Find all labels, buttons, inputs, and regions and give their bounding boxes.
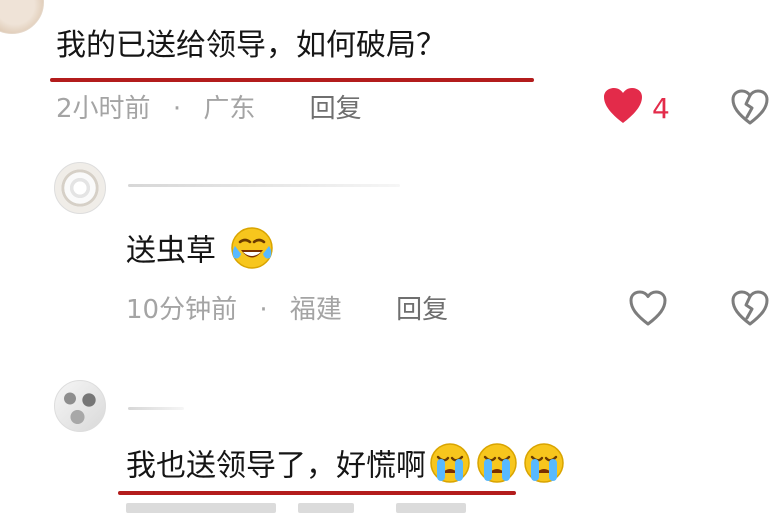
broken-heart-icon (731, 290, 769, 326)
reply-1-meta: 10分钟前 · 福建 回复 (126, 295, 448, 325)
main-comment-location: 广东 (203, 94, 256, 124)
main-comment-time: 2小时前 (56, 94, 151, 124)
reply-1-time: 10分钟前 (126, 295, 238, 325)
reply-2-text: 我也送领导了，好慌啊 (126, 448, 426, 484)
reply-1-location: 福建 (289, 295, 342, 325)
main-comment-text: 我的已送给领导，如何破局？ (56, 28, 446, 63)
reply-1-text-row: 送虫草 (126, 227, 276, 272)
loudly-crying-face-icon (524, 443, 564, 483)
reply-2-text-row: 我也送领导了，好慌啊 (126, 443, 567, 486)
like-button-main[interactable] (602, 86, 644, 128)
reply-2-avatar[interactable] (54, 380, 106, 432)
main-comment-meta: 2小时前 · 广东 回复 (56, 94, 362, 124)
main-comment-like-count: 4 (652, 92, 670, 125)
loudly-crying-face-icon (477, 443, 517, 483)
broken-heart-icon (731, 89, 769, 125)
reply-1-separator: · (259, 295, 268, 325)
dislike-button-main[interactable] (730, 88, 770, 128)
reply-2-meta-cutoff (126, 503, 486, 513)
reply-1-text: 送虫草 (126, 233, 216, 269)
main-comment-underline (50, 78, 534, 82)
heart-icon-filled (604, 88, 642, 123)
avatar-top[interactable] (0, 0, 44, 34)
reply-1-username-blurred[interactable] (128, 184, 400, 187)
face-with-tears-of-joy-icon (230, 227, 273, 269)
reply-1-avatar[interactable] (54, 162, 106, 214)
reply-2-underline (118, 491, 516, 495)
heart-icon-outline (629, 290, 667, 326)
reply-1-reply-button[interactable]: 回复 (396, 295, 448, 325)
main-comment-separator: · (172, 94, 182, 124)
reply-2-username-blurred[interactable] (128, 407, 184, 410)
dislike-button-reply-1[interactable] (730, 289, 770, 329)
loudly-crying-face-icon (430, 443, 470, 483)
like-button-reply-1[interactable] (628, 289, 668, 329)
main-comment-reply-button[interactable]: 回复 (310, 94, 362, 124)
